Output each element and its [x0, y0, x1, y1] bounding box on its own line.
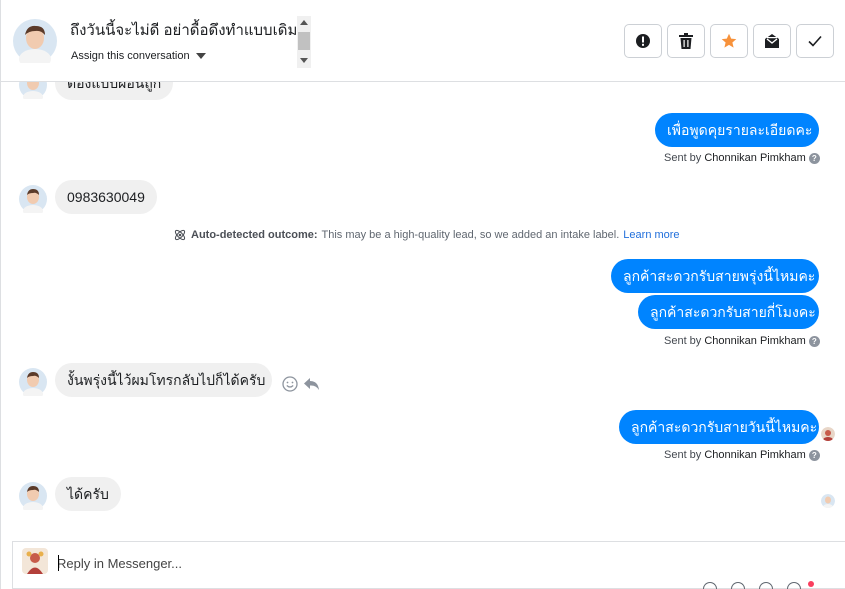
outgoing-message[interactable]: ลูกค้าสะดวกรับสายพรุ่งนี้ไหมคะ	[611, 259, 819, 293]
agent-avatar	[22, 548, 48, 574]
chevron-down-icon	[195, 53, 206, 59]
envelope-icon	[765, 34, 779, 48]
sent-by-label: Sent by Chonnikan Pimkham ?	[664, 152, 820, 164]
sent-by-prefix: Sent by	[664, 152, 702, 164]
react-emoji-icon[interactable]	[282, 376, 298, 392]
saved-replies-icon[interactable]	[787, 582, 801, 589]
question-icon[interactable]: ?	[808, 449, 820, 461]
outcome-text: This may be a high-quality lead, so we a…	[321, 229, 620, 241]
outgoing-message[interactable]: เพื่อพูดคุยรายละเอียดคะ	[655, 113, 819, 147]
conversation-header: ถึงวันนี้จะไม่ดี อย่าดื้อดึงทำแบบเดิม As…	[1, 0, 845, 82]
mark-done-button[interactable]	[796, 24, 834, 58]
question-icon[interactable]: ?	[808, 335, 820, 347]
atom-icon	[174, 229, 186, 241]
scroll-up-arrow-icon[interactable]	[300, 20, 308, 25]
sent-by-label: Sent by Chonnikan Pimkham ?	[664, 449, 820, 461]
contact-avatar[interactable]	[13, 19, 57, 63]
checkmark-icon	[808, 35, 822, 47]
mark-spam-button[interactable]	[624, 24, 662, 58]
scroll-down-arrow-icon[interactable]	[300, 58, 308, 63]
notification-dot	[808, 581, 814, 587]
star-button[interactable]	[710, 24, 748, 58]
conversation-title-area: ถึงวันนี้จะไม่ดี อย่าดื้อดึงทำแบบเดิม As…	[63, 16, 313, 68]
outgoing-message[interactable]: ลูกค้าสะดวกรับสายวันนี้ไหมคะ	[619, 410, 819, 444]
reply-input[interactable]	[57, 552, 757, 574]
reply-composer	[12, 541, 845, 589]
trash-icon	[679, 33, 693, 49]
contact-avatar-small	[19, 185, 47, 213]
message-thread[interactable]: ต้องแบบผ่อนถูก เพื่อพูดคุยรายละเอียดคะ S…	[1, 82, 845, 537]
incoming-message[interactable]: 0983630049	[55, 180, 157, 214]
incoming-message[interactable]: ต้องแบบผ่อนถูก	[55, 82, 174, 100]
contact-avatar-small	[19, 82, 47, 99]
assign-conversation-dropdown[interactable]: Assign this conversation	[71, 50, 206, 62]
incoming-message[interactable]: งั้นพรุ่งนี้ไว้ผมโทรกลับไปก็ได้ครับ	[55, 363, 272, 397]
conversation-title: ถึงวันนี้จะไม่ดี อย่าดื้อดึงทำแบบเดิม	[70, 22, 298, 39]
question-icon[interactable]: ?	[808, 152, 820, 164]
sent-by-label: Sent by Chonnikan Pimkham ?	[664, 335, 820, 347]
delete-button[interactable]	[667, 24, 705, 58]
contact-seen-avatar	[821, 494, 835, 508]
outcome-label: Auto-detected outcome:	[191, 229, 318, 241]
scroll-thumb[interactable]	[298, 32, 310, 50]
sent-by-prefix: Sent by	[664, 335, 702, 347]
outgoing-message[interactable]: ลูกค้าสะดวกรับสายกี่โมงคะ	[638, 295, 819, 329]
sent-by-prefix: Sent by	[664, 449, 702, 461]
contact-avatar-small	[19, 368, 47, 396]
incoming-message[interactable]: ได้ครับ	[55, 477, 121, 511]
agent-name[interactable]: Chonnikan Pimkham	[704, 335, 806, 347]
auto-detected-outcome-notice: Auto-detected outcome: This may be a hig…	[173, 228, 680, 242]
contact-avatar-small	[19, 482, 47, 510]
mark-unread-button[interactable]	[753, 24, 791, 58]
assign-label: Assign this conversation	[71, 50, 190, 62]
attachment-icon[interactable]	[703, 582, 717, 589]
agent-name[interactable]: Chonnikan Pimkham	[704, 449, 806, 461]
image-icon[interactable]	[731, 582, 745, 589]
exclamation-circle-icon	[636, 34, 650, 48]
star-icon	[721, 33, 737, 48]
title-scrollbar[interactable]	[297, 16, 311, 68]
messenger-conversation: ถึงวันนี้จะไม่ดี อย่าดื้อดึงทำแบบเดิม As…	[0, 0, 845, 589]
composer-toolbar	[703, 582, 801, 589]
reply-arrow-icon[interactable]	[303, 376, 320, 392]
agent-name[interactable]: Chonnikan Pimkham	[704, 152, 806, 164]
learn-more-link[interactable]: Learn more	[623, 229, 679, 241]
text-cursor	[58, 555, 59, 571]
agent-seen-avatar	[821, 427, 835, 441]
emoji-icon[interactable]	[759, 582, 773, 589]
